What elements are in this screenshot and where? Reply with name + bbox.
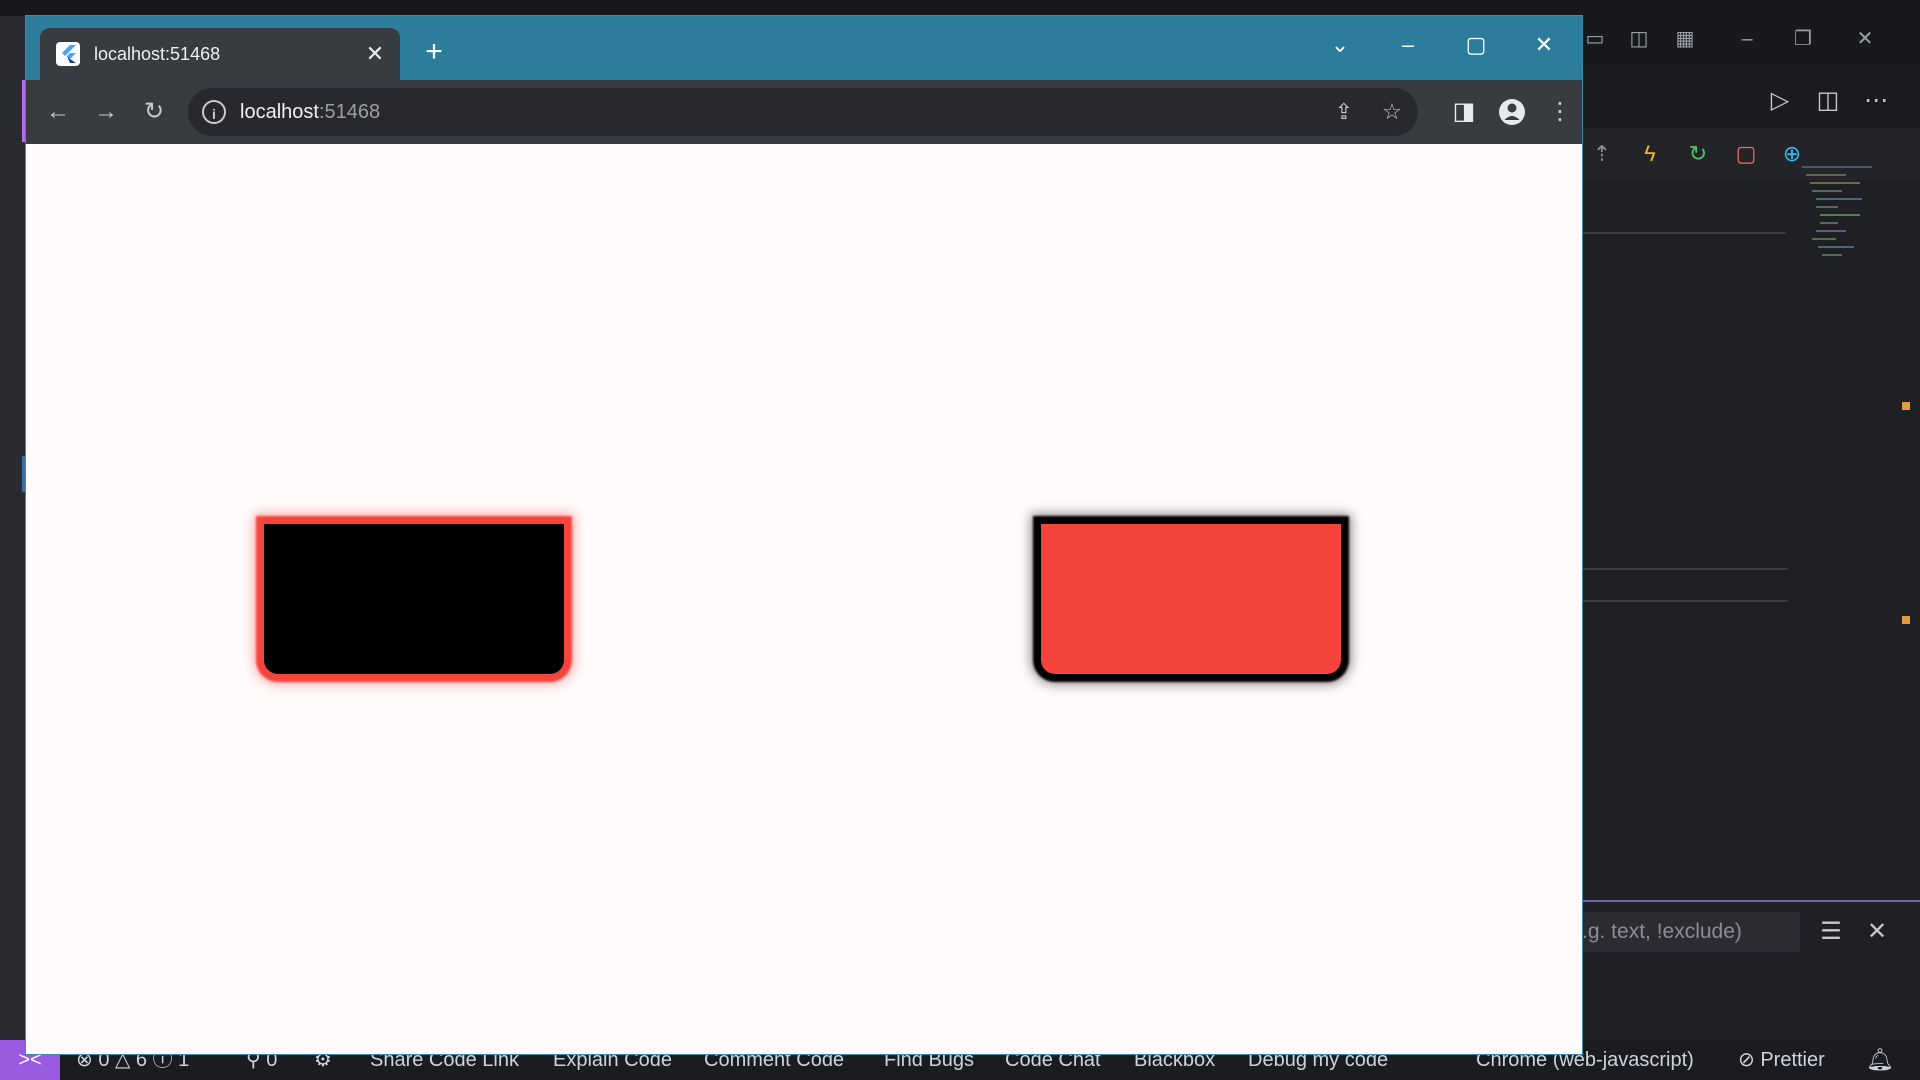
close-icon[interactable]: ✕ xyxy=(1852,28,1878,50)
step-out-icon[interactable]: ⇡ xyxy=(1588,140,1616,168)
tab-search-icon[interactable]: ⌄ xyxy=(1318,28,1362,62)
vscode-activity-bar xyxy=(0,16,26,1040)
bookmark-star-icon[interactable]: ☆ xyxy=(1376,96,1408,128)
vscode-titlebar: ▭ ◫ ▦ – ❐ ✕ xyxy=(1582,16,1920,66)
maximize-icon[interactable]: ▢ xyxy=(1454,28,1498,62)
panel-separator xyxy=(1582,900,1920,902)
editor-divider xyxy=(1582,232,1786,234)
share-icon[interactable]: ⇪ xyxy=(1328,96,1360,128)
editor-divider xyxy=(1582,568,1788,570)
close-panel-icon[interactable]: ✕ xyxy=(1862,918,1892,946)
site-info-icon[interactable]: i xyxy=(202,100,226,124)
side-panel-icon[interactable]: ◨ xyxy=(1446,94,1482,130)
stop-icon[interactable]: ▢ xyxy=(1732,140,1760,168)
url-host: localhost xyxy=(240,101,319,123)
hot-reload-icon[interactable]: ϟ xyxy=(1636,140,1664,168)
forward-icon[interactable]: → xyxy=(88,94,124,130)
tab-close-icon[interactable]: ✕ xyxy=(362,41,388,67)
prettier-status[interactable]: ⊘ Prettier xyxy=(1738,1040,1825,1080)
scrollbar-marker xyxy=(1902,616,1910,624)
address-bar[interactable]: i localhost:51468 ⇪ ☆ xyxy=(188,88,1418,136)
restart-icon[interactable]: ↻ xyxy=(1684,140,1712,168)
tab-title: localhost:51468 xyxy=(94,44,221,64)
red-box-black-shadow xyxy=(1041,524,1341,674)
activity-indicator xyxy=(22,80,25,142)
black-box-red-shadow xyxy=(264,524,564,674)
back-icon[interactable]: ← xyxy=(40,94,76,130)
sidebar-layout-icon[interactable]: ◫ xyxy=(1626,28,1652,50)
page-content xyxy=(26,144,1582,1054)
minimap[interactable] xyxy=(1792,166,1892,316)
reload-icon[interactable]: ↻ xyxy=(136,94,172,130)
more-actions-icon[interactable]: ⋯ xyxy=(1862,88,1890,114)
flutter-inspector-icon[interactable]: ⊕ xyxy=(1778,140,1806,168)
vscode-title-strip xyxy=(0,0,1920,16)
split-editor-icon[interactable]: ◫ xyxy=(1814,88,1842,114)
minimize-icon[interactable]: – xyxy=(1386,28,1430,62)
flutter-favicon-icon xyxy=(56,42,80,66)
vscode-editor-area: ▭ ◫ ▦ – ❐ ✕ ▷ ◫ ⋯ ⇡ ϟ ↻ ▢ ⊕ .g. text, !e… xyxy=(1582,16,1920,1040)
url-port: :51468 xyxy=(318,101,381,123)
output-filter-input[interactable]: .g. text, !exclude) xyxy=(1582,912,1800,952)
browser-toolbar: ← → ↻ i localhost:51468 ⇪ ☆ ◨ ⋮ xyxy=(26,80,1582,144)
editor-divider xyxy=(1582,600,1788,602)
minimize-icon[interactable]: – xyxy=(1734,28,1760,50)
browser-tab[interactable]: localhost:51468 ✕ xyxy=(40,28,400,80)
scrollbar-marker xyxy=(1902,402,1910,410)
restore-icon[interactable]: ❐ xyxy=(1790,28,1816,50)
vscode-editor-actions: ▷ ◫ ⋯ xyxy=(1582,66,1920,128)
new-tab-button[interactable]: + xyxy=(416,34,452,70)
url-text[interactable]: localhost:51468 xyxy=(240,88,380,136)
activity-indicator xyxy=(22,456,25,492)
chrome-titlebar: localhost:51468 ✕ + ⌄ – ▢ ✕ xyxy=(26,16,1582,80)
close-window-icon[interactable]: ✕ xyxy=(1522,28,1566,62)
run-icon[interactable]: ▷ xyxy=(1766,88,1794,114)
more-menu-icon[interactable]: ⋮ xyxy=(1542,94,1578,130)
clear-output-icon[interactable]: ☰ xyxy=(1816,918,1846,946)
chrome-window: localhost:51468 ✕ + ⌄ – ▢ ✕ ← → ↻ i loca… xyxy=(26,16,1582,1054)
custom-layout-icon[interactable]: ▦ xyxy=(1672,28,1698,50)
profile-avatar-icon[interactable] xyxy=(1494,94,1530,130)
notifications-bell-icon[interactable]: 🔔︎ xyxy=(1866,1040,1894,1080)
panel-layout-icon[interactable]: ▭ xyxy=(1582,28,1608,50)
